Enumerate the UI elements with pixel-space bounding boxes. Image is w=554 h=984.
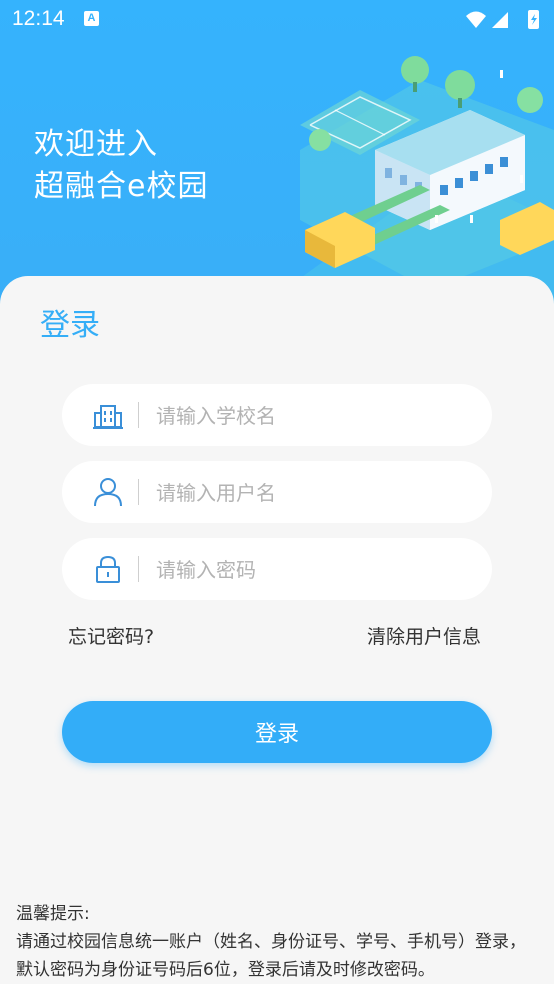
wifi-icon [466,11,486,28]
status-icons [466,10,539,29]
password-field[interactable] [62,538,492,602]
notification-badge-icon: A [84,11,99,26]
status-time: 12:14 [12,7,65,30]
field-separator [138,556,139,582]
school-building-icon [93,405,123,429]
welcome-line-1: 欢迎进入 [34,127,158,162]
tips-section: 温馨提示: 请通过校园信息统一账户（姓名、身份证号、学号、手机号）登录，默认密码… [16,900,540,984]
login-title: 登录 [40,308,100,343]
welcome-heading: 欢迎进入 超融合e校园 [34,124,208,208]
tips-heading: 温馨提示: [16,904,90,924]
school-field[interactable] [62,384,492,448]
clear-user-info-link[interactable]: 清除用户信息 [367,622,481,649]
username-input[interactable] [154,461,478,525]
status-bar: 12:14 A [0,0,554,38]
password-input[interactable] [154,538,478,602]
field-separator [138,402,139,428]
forgot-password-link[interactable]: 忘记密码? [68,622,154,649]
tips-body: 请通过校园信息统一账户（姓名、身份证号、学号、手机号）登录，默认密码为身份证号码… [16,932,526,980]
user-icon [94,478,122,507]
welcome-line-2: 超融合e校园 [34,169,209,204]
login-button[interactable]: 登录 [62,701,492,763]
username-field[interactable] [62,461,492,525]
school-input[interactable] [154,384,478,448]
field-separator [138,479,139,505]
lock-icon [96,555,120,583]
signal-icon [492,12,508,28]
